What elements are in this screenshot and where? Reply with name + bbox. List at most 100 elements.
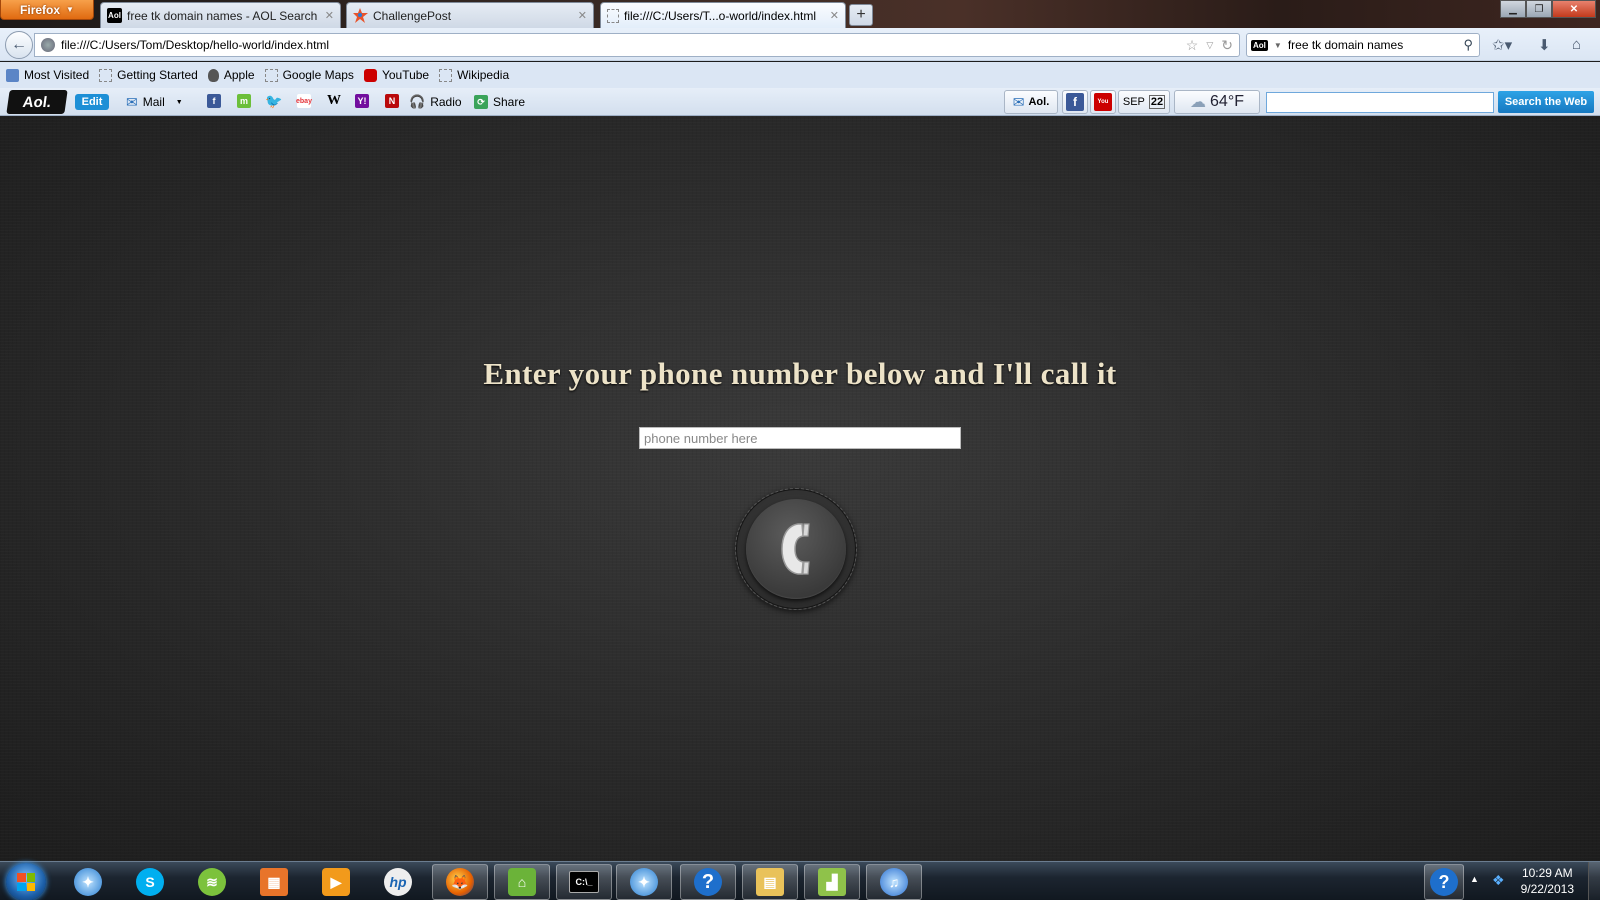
new-tab-button[interactable]: + (849, 4, 873, 26)
taskbar-spotify[interactable]: ≋ (184, 864, 240, 900)
skype-icon: S (136, 868, 164, 896)
share-button[interactable]: ⟳ Share (474, 94, 525, 110)
history-dropdown-icon[interactable]: ▽ (1206, 40, 1213, 54)
taskbar-hp[interactable]: hp (370, 864, 426, 900)
taskbar-app-green[interactable]: ⌂ (494, 864, 550, 900)
radio-label: Radio (430, 95, 462, 109)
taskbar-command-prompt[interactable]: C:\_ (556, 864, 612, 900)
url-bar[interactable]: file:///C:/Users/Tom/Desktop/hello-world… (34, 33, 1240, 57)
twitter-icon[interactable]: 🐦 (265, 93, 282, 109)
tab-local-file[interactable]: file:///C:/Users/T...o-world/index.html … (600, 2, 846, 28)
command-prompt-icon: C:\_ (569, 871, 599, 893)
bookmark-star-icon[interactable]: ☆ (1186, 37, 1199, 54)
green-house-icon: ⌂ (508, 868, 536, 896)
call-button[interactable] (735, 488, 857, 610)
close-icon[interactable]: ✕ (1552, 0, 1596, 18)
aol-mail-chip[interactable]: ✉ Aol. (1004, 90, 1058, 114)
tab-close-icon[interactable]: ✕ (578, 9, 587, 22)
taskbar-notification-app[interactable]: ? (1424, 864, 1464, 900)
tab-challengepost[interactable]: ChallengePost ✕ (346, 2, 594, 28)
bookmark-label: Most Visited (24, 68, 90, 82)
mail-button[interactable]: ✉ Mail ▼ (126, 94, 183, 110)
cloud-icon: ☁ (1190, 94, 1207, 111)
bookmarks-menu-icon[interactable]: ✩▾ (1492, 36, 1512, 54)
taskbar-itunes[interactable]: ♫ (866, 864, 922, 900)
firefox-menu-button[interactable]: Firefox ▼ (0, 0, 94, 20)
tab-aol-search[interactable]: Aol free tk domain names - AOL Search R.… (100, 2, 341, 28)
show-hidden-icons-icon[interactable]: ▲ (1470, 874, 1479, 884)
search-the-web-button[interactable]: Search the Web (1498, 91, 1594, 113)
taskbar-skype[interactable]: S (122, 864, 178, 900)
blank-page-icon (99, 68, 113, 82)
share-label: Share (493, 95, 526, 109)
search-icon[interactable]: ⚲ (1463, 37, 1473, 53)
url-text: file:///C:/Users/Tom/Desktop/hello-world… (61, 38, 330, 52)
aol-search-input[interactable] (1266, 92, 1494, 113)
page-headline: Enter your phone number below and I'll c… (483, 356, 1117, 391)
window-controls: ▁ ❐ ✕ (1500, 0, 1596, 18)
taskbar-safari-window[interactable]: ✦ (616, 864, 672, 900)
system-clock[interactable]: 10:29 AM 9/22/2013 (1521, 865, 1574, 897)
show-desktop-button[interactable] (1588, 862, 1600, 900)
youtube-chip[interactable]: You (1090, 90, 1116, 114)
search-bar[interactable]: Aol ▼ free tk domain names ⚲ (1246, 33, 1480, 57)
bookmark-youtube[interactable]: YouTube (363, 68, 429, 82)
taskbar-explorer[interactable]: ▤ (742, 864, 798, 900)
facebook-chip[interactable]: f (1062, 90, 1088, 114)
yahoo-icon[interactable]: Y! (355, 94, 369, 108)
wikipedia-icon[interactable]: W (327, 93, 341, 108)
moviefone-icon[interactable]: m (237, 94, 251, 108)
back-button[interactable]: ← (5, 31, 33, 59)
safari-icon: ✦ (74, 868, 102, 896)
bookmark-getting-started[interactable]: Getting Started (99, 68, 198, 82)
bookmark-label: Getting Started (117, 68, 198, 82)
taskbar-safari[interactable]: ✦ (60, 864, 116, 900)
weather-chip[interactable]: ☁ 64°F (1174, 90, 1260, 114)
calendar-chip[interactable]: SEP 22 (1118, 90, 1170, 114)
bookmark-wikipedia[interactable]: Wikipedia (439, 68, 509, 82)
aol-search-engine-icon[interactable]: Aol (1251, 39, 1268, 51)
bookmark-google-maps[interactable]: Google Maps (264, 68, 354, 82)
ebay-icon[interactable]: ebay (296, 94, 312, 108)
chevron-down-icon[interactable]: ▼ (176, 99, 183, 106)
bookmark-apple[interactable]: Apple (207, 68, 255, 82)
tab-close-icon[interactable]: ✕ (325, 9, 334, 22)
firefox-icon: 🦊 (446, 868, 474, 896)
mail-envelope-icon: ✉ (126, 93, 138, 110)
aol-favicon-icon: Aol (107, 8, 122, 23)
media-player-icon: ▶ (322, 868, 350, 896)
warning-help-icon: ? (1430, 868, 1458, 896)
downloads-icon[interactable]: ⬇ (1538, 36, 1551, 54)
netflix-icon[interactable]: N (385, 94, 399, 108)
tab-close-icon[interactable]: ✕ (830, 9, 839, 22)
radio-button[interactable]: 🎧 Radio (409, 94, 462, 110)
taskbar-media-player[interactable]: ▶ (308, 864, 364, 900)
maximize-icon[interactable]: ❐ (1526, 0, 1552, 18)
aol-logo[interactable]: Aol. (6, 90, 68, 114)
most-visited-icon (6, 68, 19, 82)
blank-page-favicon-icon (607, 8, 619, 23)
home-icon[interactable]: ⌂ (1572, 36, 1581, 53)
taskbar-spreadsheet[interactable]: ▟ (804, 864, 860, 900)
minimize-icon[interactable]: ▁ (1500, 0, 1526, 18)
edit-button[interactable]: Edit (75, 94, 109, 110)
mail-envelope-icon: ✉ (1012, 93, 1025, 110)
facebook-icon[interactable]: f (207, 94, 221, 108)
folder-icon: ▤ (756, 868, 784, 896)
calendar-day: 22 (1148, 95, 1166, 109)
back-arrow-icon: ← (11, 36, 27, 53)
bookmark-label: Wikipedia (457, 68, 510, 82)
office-icon: ▦ (260, 868, 288, 896)
start-button[interactable] (6, 863, 46, 900)
taskbar-help[interactable]: ? (680, 864, 736, 900)
facebook-icon: f (1066, 93, 1084, 111)
bookmark-most-visited[interactable]: Most Visited (6, 68, 89, 82)
taskbar-firefox[interactable]: 🦊 (432, 864, 488, 900)
apple-icon (207, 68, 219, 82)
dropbox-icon[interactable]: ❖ (1492, 872, 1505, 889)
reload-icon[interactable]: ↻ (1221, 37, 1233, 54)
search-engine-dropdown-icon[interactable]: ▼ (1274, 41, 1282, 50)
taskbar-office[interactable]: ▦ (246, 864, 302, 900)
tab-label: ChallengePost (373, 8, 452, 23)
phone-number-input[interactable] (639, 427, 961, 449)
